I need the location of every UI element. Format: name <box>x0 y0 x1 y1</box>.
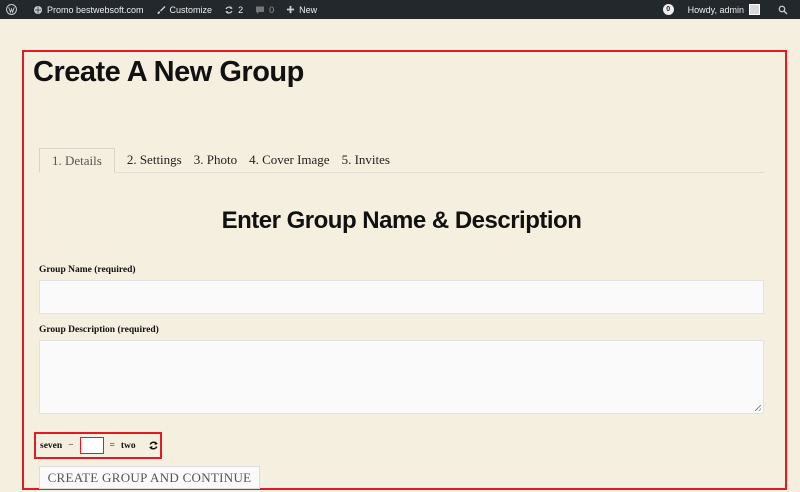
greeting-label: Howdy, admin <box>687 4 744 15</box>
brush-icon <box>157 5 166 14</box>
page-title: Create A New Group <box>33 56 304 88</box>
group-description-textarea[interactable] <box>39 340 764 414</box>
comment-icon <box>256 6 265 14</box>
my-account-menu[interactable]: Howdy, admin <box>682 0 772 19</box>
tab-photo[interactable]: 3. Photo <box>188 148 243 173</box>
plus-icon <box>286 5 295 14</box>
math-captcha: seven − = two <box>34 432 162 459</box>
tab-cover-image[interactable]: 4. Cover Image <box>243 148 336 173</box>
highlight-frame <box>22 50 787 490</box>
group-creation-tabs: 1. Details 2. Settings 3. Photo 4. Cover… <box>39 148 764 173</box>
group-name-label: Group Name (required) <box>39 265 136 275</box>
resize-handle[interactable] <box>755 405 761 411</box>
wordpress-icon <box>6 4 17 15</box>
captcha-result: two <box>120 440 136 451</box>
captcha-first-operand: seven <box>40 440 63 451</box>
captcha-equals: = <box>109 440 115 451</box>
customize-label: Customize <box>169 4 213 15</box>
refresh-icon <box>148 441 158 450</box>
search-toggle[interactable] <box>772 0 800 19</box>
updates-link[interactable]: 2 <box>218 0 249 19</box>
site-name-menu[interactable]: Promo bestwebsoft.com <box>27 0 150 19</box>
captcha-refresh-button[interactable] <box>148 440 159 451</box>
captcha-operator: − <box>68 440 74 451</box>
new-content-menu[interactable]: New <box>280 0 323 19</box>
avatar <box>749 4 760 15</box>
group-name-input[interactable] <box>39 280 764 314</box>
site-name-label: Promo bestwebsoft.com <box>47 4 144 15</box>
home-icon <box>34 5 42 14</box>
wordpress-logo-menu[interactable] <box>0 0 27 19</box>
refresh-icon <box>225 5 233 14</box>
tab-settings[interactable]: 2. Settings <box>121 148 188 173</box>
captcha-answer-input[interactable] <box>79 437 104 454</box>
tab-invites[interactable]: 5. Invites <box>336 148 396 173</box>
notification-count[interactable]: 0 <box>662 4 674 15</box>
section-title: Enter Group Name & Description <box>221 207 582 234</box>
admin-bar: Promo bestwebsoft.com Customize 2 0 New … <box>0 0 800 19</box>
updates-count: 2 <box>238 4 244 15</box>
comments-link[interactable]: 0 <box>249 0 280 19</box>
create-group-button[interactable]: CREATE GROUP AND CONTINUE <box>39 466 260 489</box>
comments-count: 0 <box>269 4 275 15</box>
search-icon <box>778 5 788 14</box>
new-label: New <box>299 4 318 15</box>
group-description-label: Group Description (required) <box>39 325 159 335</box>
tab-details[interactable]: 1. Details <box>39 148 115 173</box>
customize-link[interactable]: Customize <box>150 0 219 19</box>
